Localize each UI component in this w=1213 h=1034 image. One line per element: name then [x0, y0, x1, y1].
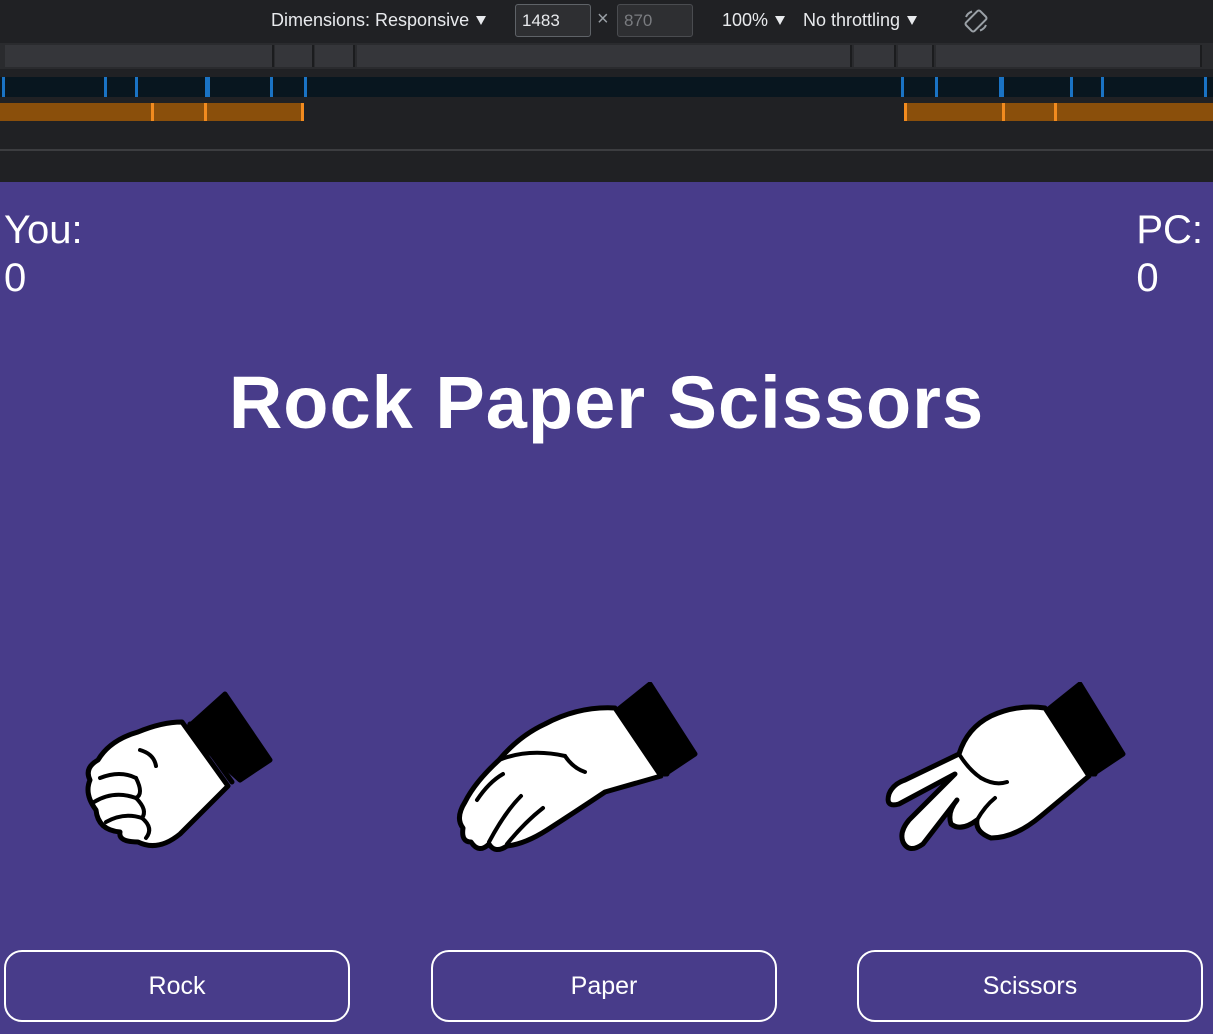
breakpoint-marker[interactable] — [999, 77, 1004, 97]
ruler-segment[interactable] — [936, 45, 1202, 67]
pc-score-value: 0 — [1136, 256, 1159, 300]
breakpoint-marker[interactable] — [104, 77, 107, 97]
paper-hand-icon[interactable] — [455, 682, 705, 857]
chevron-down-icon — [907, 16, 918, 25]
player-score: You: 0 — [4, 206, 83, 302]
dimensions-label: Dimensions: Responsive — [271, 10, 470, 30]
ruler-segment[interactable] — [275, 45, 314, 67]
breakpoint-marker[interactable] — [270, 77, 273, 97]
game-page: You: 0 PC: 0 Rock Paper Scissors Rock Pa… — [0, 182, 1213, 1034]
throttling-label: No throttling — [803, 10, 901, 30]
media-query-marker[interactable] — [1054, 103, 1057, 121]
chevron-down-icon — [476, 16, 487, 25]
chevron-down-icon — [775, 16, 786, 25]
rock-button[interactable]: Rock — [4, 950, 350, 1022]
breakpoint-marker[interactable] — [304, 77, 307, 97]
device-ruler[interactable] — [0, 43, 1213, 69]
player-score-value: 0 — [4, 256, 27, 300]
media-query-marker[interactable] — [904, 103, 907, 121]
device-toolbar: Dimensions: Responsive 1483 × 870 100% N… — [0, 0, 1213, 41]
media-query-marker[interactable] — [151, 103, 154, 121]
dimensions-dropdown[interactable]: Dimensions: Responsive — [271, 0, 487, 41]
rotate-icon[interactable] — [963, 9, 989, 33]
breakpoint-marker[interactable] — [135, 77, 138, 97]
pc-score: PC: 0 — [1136, 206, 1203, 302]
ruler-segment[interactable] — [5, 45, 274, 67]
breakpoint-marker[interactable] — [1070, 77, 1073, 97]
media-query-marker[interactable] — [1002, 103, 1005, 121]
page-title: Rock Paper Scissors — [228, 361, 985, 444]
width-input[interactable]: 1483 — [515, 4, 591, 37]
ruler-segment[interactable] — [357, 45, 852, 67]
media-query-marker[interactable] — [204, 103, 207, 121]
throttling-dropdown[interactable]: No throttling — [803, 0, 918, 41]
breakpoint-marker[interactable] — [2, 77, 5, 97]
media-query-bar[interactable] — [904, 103, 1213, 121]
zoom-dropdown[interactable]: 100% — [722, 0, 786, 41]
breakpoint-marker[interactable] — [1204, 77, 1207, 97]
scissors-hand-icon[interactable] — [885, 682, 1130, 857]
breakpoint-bar[interactable] — [0, 77, 1213, 97]
breakpoint-marker[interactable] — [901, 77, 904, 97]
devtools-device-toolbar: Dimensions: Responsive 1483 × 870 100% N… — [0, 0, 1213, 182]
rock-hand-icon[interactable] — [80, 682, 280, 857]
breakpoint-marker[interactable] — [205, 77, 210, 97]
player-score-label: You: — [4, 208, 83, 252]
ruler-segment[interactable] — [898, 45, 934, 67]
breakpoint-marker[interactable] — [1101, 77, 1104, 97]
ruler-segment[interactable] — [315, 45, 355, 67]
scissors-button[interactable]: Scissors — [857, 950, 1203, 1022]
breakpoint-marker[interactable] — [935, 77, 938, 97]
paper-button[interactable]: Paper — [431, 950, 777, 1022]
ruler-segment[interactable] — [854, 45, 896, 67]
times-icon: × — [597, 8, 609, 30]
media-query-marker[interactable] — [301, 103, 304, 121]
height-input[interactable]: 870 — [617, 4, 693, 37]
zoom-label: 100% — [722, 10, 769, 30]
divider — [0, 149, 1213, 151]
pc-score-label: PC: — [1136, 208, 1203, 252]
